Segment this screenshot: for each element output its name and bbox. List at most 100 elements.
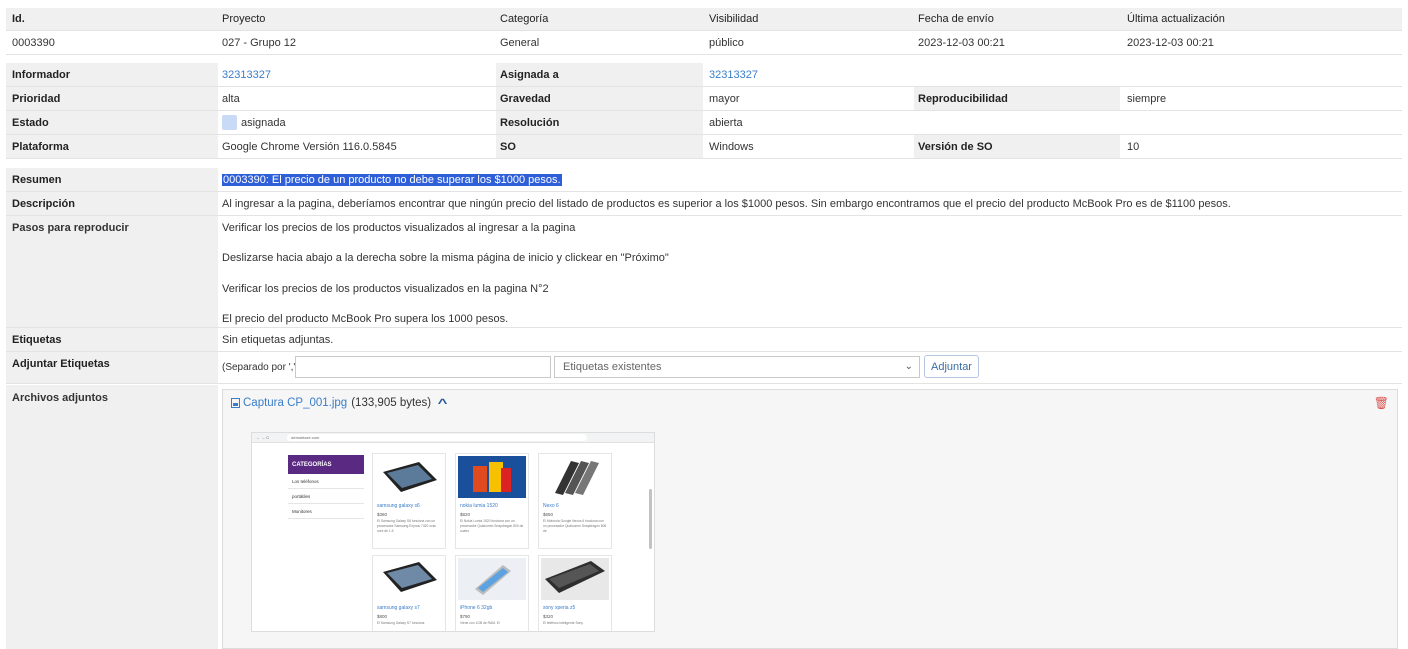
status-color-swatch (222, 115, 237, 130)
header-visibility: Visibilidad (709, 13, 759, 25)
preview-category-item: Los teléfonos (288, 474, 364, 489)
phone-image (375, 456, 443, 498)
preview-url: demoblaze.com (287, 434, 588, 441)
summary-text-row: Resumen 0003390: El precio de un product… (6, 168, 1402, 192)
issue-visibility: público (709, 36, 744, 49)
assigned-label: Asignada a (496, 63, 703, 86)
issue-submitted: 2023-12-03 00:21 (918, 36, 1005, 49)
status-value: asignada (241, 116, 286, 129)
step-1: Verificar los precios de los productos v… (222, 222, 576, 234)
platform-row: Plataforma Google Chrome Versión 116.0.5… (6, 135, 1402, 159)
preview-product-name: sony xperia z5 (543, 605, 576, 611)
preview-scrollbar (649, 489, 652, 549)
issue-id: 0003390 (12, 36, 55, 49)
preview-product-name: samsung galaxy s6 (377, 503, 420, 509)
tags-hint: (Separado por ',') (222, 362, 299, 373)
summary-row: 0003390 027 - Grupo 12 General público 2… (6, 31, 1402, 55)
delete-trash-icon[interactable]: 🗑 (1374, 396, 1389, 410)
header-updated: Última actualización (1127, 13, 1225, 25)
platform-value: Google Chrome Versión 116.0.5845 (222, 140, 397, 153)
attachment-header: Captura CP_001.jpg (133,905 bytes) ^ (231, 396, 448, 410)
preview-product-desc: Viene con 1GB de RAM. El (460, 621, 500, 625)
description-row: Descripción Al ingresar a la pagina, deb… (6, 192, 1402, 216)
summary-text-wrap: 0003390: El precio de un producto no deb… (222, 168, 562, 191)
preview-categories: CATEGORÍAS Los teléfonos portátiles Moni… (288, 455, 364, 519)
header-id: Id. (12, 13, 25, 25)
phone-image (541, 558, 609, 600)
preview-product-name: Nexo 6 (543, 503, 559, 509)
preview-product-card: nokia lumia 1520 $820 El Nokia Lumia 152… (455, 453, 529, 549)
tags-input[interactable] (295, 356, 551, 378)
header-row: Id. Proyecto Categoría Visibilidad Fecha… (6, 8, 1402, 31)
attach-tags-row: Adjuntar Etiquetas (Separado por ',') Et… (6, 352, 1402, 384)
attachment-link[interactable]: Captura CP_001.jpg (243, 397, 347, 409)
resolution-label: Resolución (496, 111, 703, 134)
reporter-label: Informador (6, 63, 218, 86)
preview-product-name: iPhone 6 32gb (460, 605, 493, 611)
os-label: SO (496, 135, 703, 158)
priority-value: alta (222, 92, 240, 105)
severity-value: mayor (709, 92, 740, 105)
assigned-link[interactable]: 32313327 (709, 63, 758, 86)
step-2: Deslizarse hacia abajo a la derecha sobr… (222, 252, 669, 264)
step-4: El precio del producto McBook Pro supera… (222, 313, 509, 325)
os-version-value: 10 (1127, 140, 1140, 153)
preview-category-item: portátiles (288, 489, 364, 504)
chevron-down-icon: ⌄ (904, 361, 913, 372)
attachment-panel: Captura CP_001.jpg (133,905 bytes) ^ 🗑 ←… (222, 389, 1398, 649)
steps-row (6, 216, 1402, 328)
collapse-chevron-up-icon[interactable]: ^ (438, 396, 448, 410)
severity-label: Gravedad (496, 87, 703, 110)
phone-image (541, 456, 609, 498)
tags-row: Etiquetas Sin etiquetas adjuntas. (6, 328, 1402, 352)
preview-product-card: samsung galaxy s6 $360 El Samsung Galaxy… (372, 453, 446, 549)
os-value: Windows (709, 140, 754, 153)
platform-label: Plataforma (6, 135, 218, 158)
tags-value: Sin etiquetas adjuntas. (222, 333, 334, 346)
issue-project: 027 - Grupo 12 (222, 36, 296, 49)
preview-product-name: samsung galaxy s7 (377, 605, 420, 611)
priority-row: Prioridad alta Gravedad mayor Reproducib… (6, 87, 1402, 111)
attach-tags-button[interactable]: Adjuntar (924, 355, 979, 378)
files-label-cell (6, 385, 218, 649)
attach-tags-label: Adjuntar Etiquetas (12, 358, 110, 370)
preview-product-desc: El Nokia Lumia 1520 funciona con un proc… (460, 519, 524, 533)
files-label: Archivos adjuntos (12, 392, 108, 404)
resolution-value: abierta (709, 116, 743, 129)
issue-updated: 2023-12-03 00:21 (1127, 36, 1214, 49)
preview-browser-bar: ← → C demoblaze.com (252, 433, 654, 443)
existing-tags-selected: Etiquetas existentes (563, 361, 662, 373)
preview-categories-title: CATEGORÍAS (288, 455, 364, 474)
status-label: Estado (6, 111, 218, 134)
phone-image (458, 558, 526, 600)
phone-image (375, 558, 443, 600)
reproducibility-label: Reproducibilidad (914, 87, 1120, 110)
header-project: Proyecto (222, 13, 266, 25)
tags-label: Etiquetas (12, 333, 62, 346)
preview-product-desc: El teléfono inteligente Sony (543, 621, 583, 625)
attachment-size: (133,905 bytes) (351, 397, 432, 409)
preview-product-card: Nexo 6 $650 El Motorola Google Nexus 6 f… (538, 453, 612, 549)
existing-tags-select[interactable]: Etiquetas existentes ⌄ (554, 356, 920, 378)
status-row: Estado asignada Resolución abierta (6, 111, 1402, 135)
summary-label: Resumen (12, 173, 62, 186)
attachment-preview-image[interactable]: ← → C demoblaze.com CATEGORÍAS Los teléf… (251, 432, 655, 632)
status-value-wrap: asignada (222, 111, 286, 134)
preview-category-item: Monitores (288, 504, 364, 519)
steps-label: Pasos para reproducir (12, 222, 129, 234)
reporter-row: Informador 32313327 Asignada a 32313327 (6, 63, 1402, 87)
preview-product-card: sony xperia z5 $320 El teléfono intelige… (538, 555, 612, 631)
image-file-icon (231, 398, 240, 408)
reporter-link[interactable]: 32313327 (222, 63, 271, 86)
description-text: Al ingresar a la pagina, deberíamos enco… (222, 197, 1231, 210)
preview-product-card: iPhone 6 32gb $790 Viene con 1GB de RAM.… (455, 555, 529, 631)
preview-nav-icons: ← → C (256, 435, 270, 440)
os-version-label: Versión de SO (914, 135, 1120, 158)
preview-product-desc: El Samsung Galaxy S6 funciona con un pro… (377, 519, 436, 533)
step-3: Verificar los precios de los productos v… (222, 283, 549, 295)
preview-product-desc: El Motorola Google Nexus 6 funciona con … (543, 519, 607, 533)
preview-product-desc: El Samsung Galaxy S7 funciona (377, 621, 425, 625)
phone-image (458, 456, 526, 498)
preview-product-name: nokia lumia 1520 (460, 503, 498, 509)
header-submitted: Fecha de envío (918, 13, 994, 25)
